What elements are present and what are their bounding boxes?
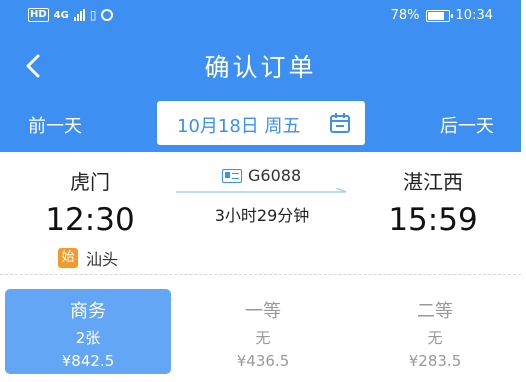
vibrate-icon: ▯ <box>89 8 97 22</box>
seat-option-first-class[interactable]: 一等 无 ¥436.5 <box>180 289 346 374</box>
calendar-icon <box>330 113 350 133</box>
next-day-button[interactable]: 后一天 <box>440 112 494 138</box>
seat-availability: 2张 <box>75 329 101 347</box>
travel-duration: 3小时29分钟 <box>214 206 310 225</box>
origin-row: 始 汕头 <box>58 246 118 270</box>
status-right: 78% 10:34 <box>391 8 493 23</box>
date-picker-button[interactable]: 10月18日 周五 <box>157 101 365 145</box>
seat-option-second-class[interactable]: 二等 无 ¥283.5 <box>352 289 518 374</box>
seat-class-name: 二等 <box>417 301 453 322</box>
signal-icon <box>73 9 85 21</box>
battery-icon <box>425 9 453 22</box>
seat-price: ¥842.5 <box>61 352 115 370</box>
departure-station: 虎门 <box>70 170 110 194</box>
start-station-badge: 始 <box>58 248 78 268</box>
seat-price: ¥436.5 <box>236 352 290 370</box>
seat-class-name: 商务 <box>70 301 106 322</box>
network-type: 4G <box>53 9 69 21</box>
sync-icon <box>101 9 114 21</box>
page-title: 确认订单 <box>204 53 317 82</box>
prev-day-button[interactable]: 前一天 <box>28 112 82 138</box>
seat-selector: 商务 2张 ¥842.5 一等 无 ¥436.5 二等 无 ¥283.5 <box>0 280 521 382</box>
arrival-time: 15:59 <box>388 202 478 238</box>
seat-availability: 无 <box>427 329 443 347</box>
battery-percent: 78% <box>390 8 420 23</box>
date-bar: 前一天 10月18日 周五 后一天 <box>0 100 521 150</box>
seat-availability: 无 <box>255 329 271 347</box>
origin-station: 汕头 <box>86 250 119 269</box>
train-card-icon <box>222 168 242 183</box>
seat-class-name: 一等 <box>245 301 281 322</box>
dashed-divider <box>0 274 521 275</box>
departure-time: 12:30 <box>45 202 135 238</box>
train-number: G6088 <box>248 166 302 185</box>
seat-option-business[interactable]: 商务 2张 ¥842.5 <box>5 289 171 374</box>
hd-icon: HD <box>28 8 49 22</box>
clock-time: 10:34 <box>455 8 493 23</box>
train-number-row[interactable]: G6088 <box>222 166 301 185</box>
train-info-card: 虎门 12:30 始 汕头 G6088 3小时29分钟 湛江西 15:59 <box>0 152 521 274</box>
status-bar: HD 4G ▯ 78% 10:34 <box>0 0 521 34</box>
status-left-icons: HD 4G ▯ <box>28 8 114 22</box>
arrival-station: 湛江西 <box>403 170 463 194</box>
selected-date: 10月18日 周五 <box>177 116 301 137</box>
arrow-right-icon <box>176 188 347 193</box>
header-bar: HD 4G ▯ 78% 10:34 确认订单 前一天 10月18日 周五 后一天 <box>0 0 521 152</box>
seat-price: ¥283.5 <box>408 352 462 370</box>
